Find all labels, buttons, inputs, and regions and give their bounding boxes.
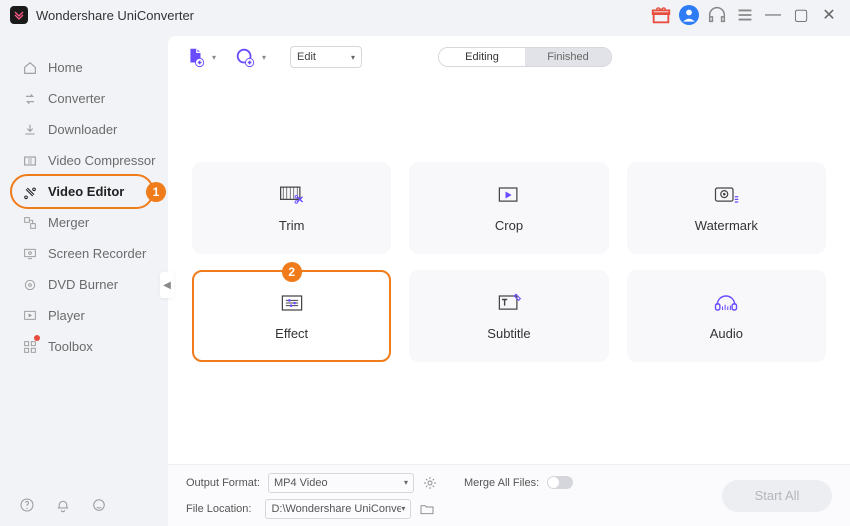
sidebar-item-screen-recorder[interactable]: Screen Recorder: [0, 238, 168, 269]
chevron-down-icon: ▾: [401, 504, 405, 513]
merge-label: Merge All Files:: [464, 477, 539, 489]
minimize-button[interactable]: —: [762, 4, 784, 26]
sidebar-item-compressor[interactable]: Video Compressor: [0, 145, 168, 176]
converter-icon: [22, 91, 38, 107]
card-label: Effect: [275, 326, 308, 341]
player-icon: [22, 308, 38, 324]
headset-icon[interactable]: [706, 4, 728, 26]
card-subtitle[interactable]: Subtitle: [409, 270, 608, 362]
add-file-button[interactable]: ▾: [182, 46, 208, 68]
notification-dot: [34, 335, 40, 341]
chevron-down-icon: ▾: [404, 478, 408, 487]
sidebar-item-label: Home: [48, 60, 83, 75]
help-icon[interactable]: [18, 496, 36, 514]
callout-frame: [10, 174, 154, 209]
sidebar-item-merger[interactable]: Merger: [0, 207, 168, 238]
mode-select[interactable]: Edit ▾: [290, 46, 362, 68]
sidebar-collapse-button[interactable]: ◀: [160, 272, 174, 298]
avatar-icon[interactable]: [678, 4, 700, 26]
bell-icon[interactable]: [54, 496, 72, 514]
home-icon: [22, 60, 38, 76]
sidebar-item-label: Video Compressor: [48, 153, 155, 168]
sidebar-item-label: Screen Recorder: [48, 246, 146, 261]
watermark-icon: [712, 184, 740, 206]
tool-grid: Trim Crop Watermark 2 Effect Subtitle: [168, 78, 850, 464]
tab-label: Finished: [547, 51, 589, 63]
add-url-button[interactable]: ▾: [232, 46, 258, 68]
merge-toggle[interactable]: [547, 476, 573, 489]
card-label: Trim: [279, 218, 305, 233]
sidebar-item-label: Player: [48, 308, 85, 323]
file-location-value: D:\Wondershare UniConverter 1: [271, 503, 401, 515]
maximize-button[interactable]: ▢: [790, 4, 812, 26]
start-all-label: Start All: [755, 488, 800, 503]
dvd-icon: [22, 277, 38, 293]
sidebar-item-label: Merger: [48, 215, 89, 230]
main-panel: ▾ ▾ Edit ▾ Editing Finished Trim Cro: [168, 36, 850, 526]
callout-badge-1: 1: [146, 182, 166, 202]
crop-icon: [495, 184, 523, 206]
app-logo: [10, 6, 28, 24]
file-location-label: File Location:: [186, 503, 251, 515]
bottombar: Output Format: MP4 Video ▾ Merge All Fil…: [168, 464, 850, 526]
subtitle-icon: [495, 292, 523, 314]
sidebar-item-home[interactable]: Home: [0, 52, 168, 83]
card-trim[interactable]: Trim: [192, 162, 391, 254]
compressor-icon: [22, 153, 38, 169]
sidebar-footer: [18, 496, 108, 514]
chevron-down-icon: ▾: [351, 53, 355, 62]
titlebar: Wondershare UniConverter — ▢ ✕: [0, 0, 850, 30]
sidebar-item-label: DVD Burner: [48, 277, 118, 292]
open-folder-icon[interactable]: [419, 501, 435, 517]
sidebar-item-label: Converter: [48, 91, 105, 106]
sidebar-item-converter[interactable]: Converter: [0, 83, 168, 114]
output-format-select[interactable]: MP4 Video ▾: [268, 473, 414, 493]
toolbar: ▾ ▾ Edit ▾ Editing Finished: [168, 36, 850, 78]
gift-icon[interactable]: [650, 4, 672, 26]
card-label: Subtitle: [487, 326, 530, 341]
tab-label: Editing: [465, 51, 499, 63]
sidebar-item-player[interactable]: Player: [0, 300, 168, 331]
output-format-label: Output Format:: [186, 477, 260, 489]
sidebar-item-video-editor[interactable]: Video Editor 1: [0, 176, 168, 207]
card-audio[interactable]: Audio: [627, 270, 826, 362]
recorder-icon: [22, 246, 38, 262]
sidebar-item-label: Downloader: [48, 122, 117, 137]
app-title: Wondershare UniConverter: [36, 8, 194, 23]
start-all-button[interactable]: Start All: [722, 480, 832, 512]
effect-icon: [278, 292, 306, 314]
close-button[interactable]: ✕: [818, 4, 840, 26]
chevron-down-icon: ▾: [212, 53, 216, 62]
card-label: Crop: [495, 218, 523, 233]
status-tabs: Editing Finished: [438, 47, 612, 67]
sidebar: Home Converter Downloader Video Compress…: [0, 30, 168, 526]
sidebar-item-toolbox[interactable]: Toolbox: [0, 331, 168, 362]
file-location-select[interactable]: D:\Wondershare UniConverter 1 ▾: [265, 499, 411, 519]
tab-finished[interactable]: Finished: [525, 48, 611, 66]
card-effect[interactable]: 2 Effect: [192, 270, 391, 362]
card-crop[interactable]: Crop: [409, 162, 608, 254]
merger-icon: [22, 215, 38, 231]
tab-editing[interactable]: Editing: [439, 48, 525, 66]
output-format-value: MP4 Video: [274, 477, 328, 489]
callout-badge-2: 2: [282, 262, 302, 282]
settings-gear-icon[interactable]: [422, 475, 438, 491]
card-label: Watermark: [695, 218, 758, 233]
card-label: Audio: [710, 326, 743, 341]
mode-select-value: Edit: [297, 51, 316, 63]
card-watermark[interactable]: Watermark: [627, 162, 826, 254]
sidebar-item-label: Toolbox: [48, 339, 93, 354]
downloader-icon: [22, 122, 38, 138]
trim-icon: [278, 184, 306, 206]
feedback-icon[interactable]: [90, 496, 108, 514]
sidebar-item-dvd-burner[interactable]: DVD Burner: [0, 269, 168, 300]
audio-icon: [712, 292, 740, 314]
menu-icon[interactable]: [734, 4, 756, 26]
sidebar-item-downloader[interactable]: Downloader: [0, 114, 168, 145]
chevron-down-icon: ▾: [262, 53, 266, 62]
